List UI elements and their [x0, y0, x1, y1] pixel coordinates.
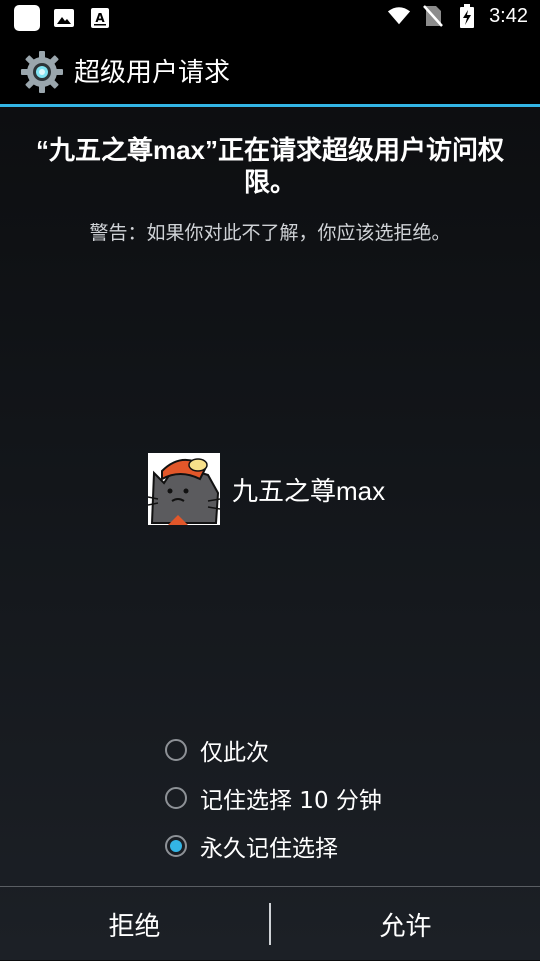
remember-options: 仅此次 记住选择 10 分钟 永久记住选择 [165, 726, 382, 870]
no-sim-icon [421, 4, 445, 28]
app-square-icon [14, 5, 40, 31]
image-icon [52, 6, 76, 30]
text-a-icon: A [88, 6, 112, 30]
battery-charging-icon [455, 4, 479, 28]
action-bar: 超级用户请求 [0, 36, 540, 107]
avatar [148, 453, 220, 525]
status-bar: A 3:42 [0, 0, 540, 36]
option-10-minutes[interactable]: 记住选择 10 分钟 [165, 774, 382, 822]
radio-10-minutes[interactable] [165, 787, 187, 809]
radio-once[interactable] [165, 739, 187, 761]
option-label: 永久记住选择 [200, 836, 338, 862]
clock: 3:42 [489, 4, 528, 27]
deny-button[interactable]: 拒绝 [0, 887, 269, 961]
wifi-icon [387, 4, 411, 28]
radio-forever[interactable] [165, 835, 187, 857]
svg-text:A: A [95, 11, 105, 25]
button-bar: 拒绝 允许 [0, 886, 540, 961]
option-forever[interactable]: 永久记住选择 [165, 822, 382, 870]
gear-icon [20, 50, 64, 94]
page-title: 超级用户请求 [74, 58, 231, 88]
option-label: 记住选择 10 分钟 [200, 788, 382, 814]
status-bar-notifications: A [14, 5, 112, 31]
allow-button[interactable]: 允许 [271, 887, 540, 961]
requesting-app: 九五之尊max [148, 453, 385, 525]
status-bar-system: 3:42 [387, 4, 528, 28]
option-once[interactable]: 仅此次 [165, 726, 382, 774]
request-title: “九五之尊max”正在请求超级用户访问权限。 [35, 135, 505, 197]
warning-text: 警告：如果你对此不了解，你应该选拒绝。 [89, 222, 451, 244]
option-label: 仅此次 [200, 740, 269, 766]
app-name: 九五之尊max [232, 475, 386, 506]
